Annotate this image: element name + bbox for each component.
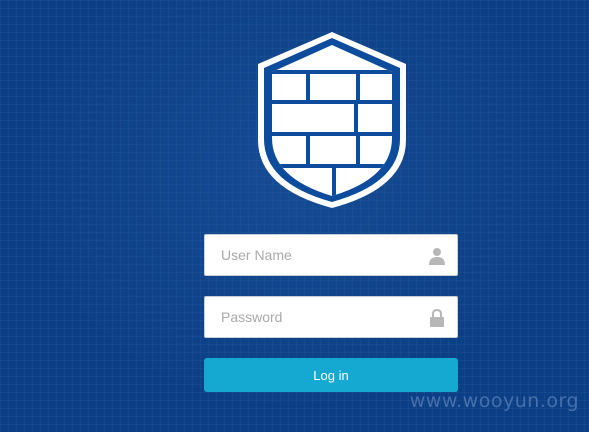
password-field[interactable] [204,296,458,338]
username-input[interactable] [205,235,457,275]
password-input[interactable] [205,297,457,337]
firewall-shield-icon [254,30,410,208]
watermark: www.wooyun.org [409,390,579,412]
user-icon [429,247,445,265]
username-field[interactable] [204,234,458,276]
login-button[interactable]: Log in [204,358,458,392]
lock-icon [429,308,445,327]
